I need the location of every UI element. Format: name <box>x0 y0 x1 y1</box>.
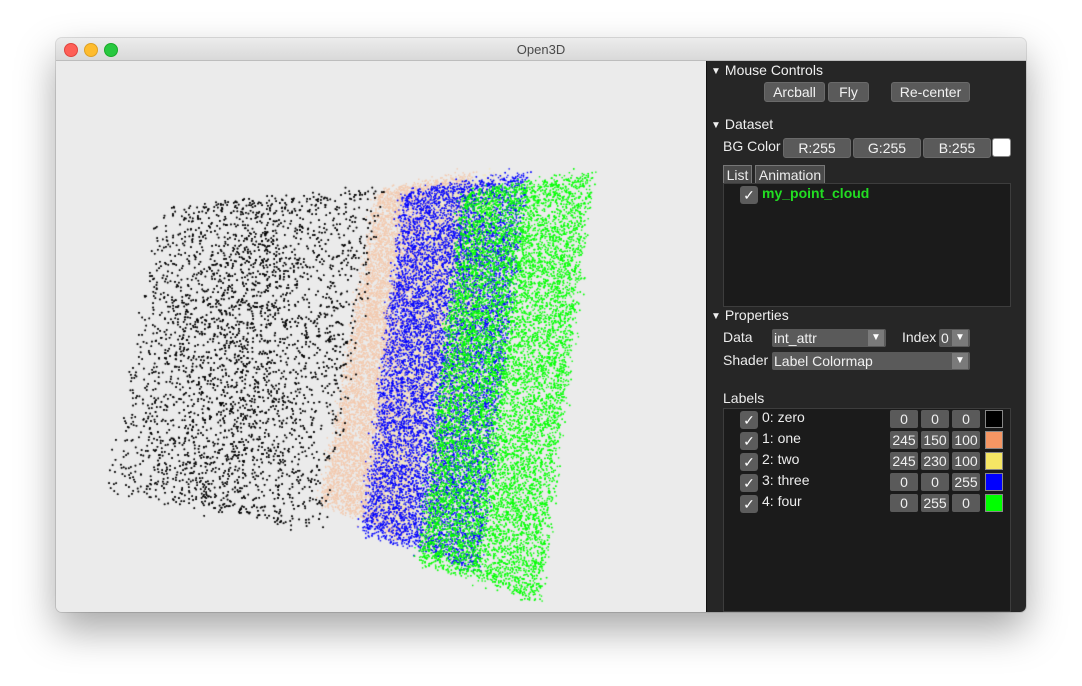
shader-select-value: Label Colormap <box>774 353 873 369</box>
checkmark-icon[interactable]: ✓ <box>740 453 758 471</box>
label-r-field[interactable]: 0 <box>890 473 918 491</box>
settings-panel: ▼ Mouse Controls Arcball Fly Re-center ▼ D… <box>706 61 1026 612</box>
window-title: Open3D <box>516 42 566 57</box>
label-name: 0: zero <box>762 409 805 425</box>
data-select[interactable]: int_attr ▼ <box>772 329 886 347</box>
label-color-swatch[interactable] <box>985 494 1003 512</box>
bg-red-field[interactable]: R:255 <box>783 138 851 158</box>
dataset-title: Dataset <box>724 116 774 132</box>
label-b-field[interactable]: 100 <box>952 431 980 449</box>
label-g-field[interactable]: 0 <box>921 410 949 428</box>
properties-header[interactable]: ▼ Properties <box>711 307 789 323</box>
label-b-field[interactable]: 100 <box>952 452 980 470</box>
label-color-swatch[interactable] <box>985 452 1003 470</box>
tab-list[interactable]: List <box>723 165 752 185</box>
data-select-value: int_attr <box>774 330 817 346</box>
collapse-triangle-icon: ▼ <box>711 66 721 77</box>
dropdown-arrow-icon: ▼ <box>952 353 968 369</box>
index-label: Index <box>902 329 937 345</box>
label-b-field[interactable]: 0 <box>952 494 980 512</box>
index-select-value: 0 <box>941 330 949 346</box>
label-g-field[interactable]: 255 <box>921 494 949 512</box>
3d-viewport[interactable] <box>56 61 706 612</box>
dataset-header[interactable]: ▼ Dataset <box>711 116 773 132</box>
properties-title: Properties <box>724 307 789 323</box>
label-r-field[interactable]: 0 <box>890 494 918 512</box>
label-row: ✓ 3: three 0 0 255 <box>724 472 1010 493</box>
label-r-field[interactable]: 0 <box>890 410 918 428</box>
index-select[interactable]: 0 ▼ <box>939 329 970 347</box>
label-g-field[interactable]: 230 <box>921 452 949 470</box>
data-label: Data <box>723 329 753 345</box>
label-row: ✓ 1: one 245 150 100 <box>724 430 1010 451</box>
collapse-triangle-icon: ▼ <box>711 120 721 131</box>
checkmark-icon[interactable]: ✓ <box>740 495 758 513</box>
label-color-swatch[interactable] <box>985 473 1003 491</box>
shader-label: Shader <box>723 352 769 368</box>
checkmark-icon[interactable]: ✓ <box>740 474 758 492</box>
dropdown-arrow-icon: ▼ <box>868 330 884 346</box>
label-row: ✓ 0: zero 0 0 0 <box>724 409 1010 430</box>
label-color-swatch[interactable] <box>985 431 1003 449</box>
mouse-controls-header[interactable]: ▼ Mouse Controls <box>711 62 823 78</box>
collapse-triangle-icon: ▼ <box>711 311 721 322</box>
bg-blue-field[interactable]: B:255 <box>923 138 991 158</box>
tab-animation[interactable]: Animation <box>755 165 825 185</box>
label-r-field[interactable]: 245 <box>890 431 918 449</box>
label-b-field[interactable]: 255 <box>952 473 980 491</box>
label-r-field[interactable]: 245 <box>890 452 918 470</box>
checkmark-icon[interactable]: ✓ <box>740 186 758 204</box>
label-color-swatch[interactable] <box>985 410 1003 428</box>
label-b-field[interactable]: 0 <box>952 410 980 428</box>
label-name: 4: four <box>762 493 802 509</box>
labels-list[interactable]: ✓ 0: zero 0 0 0 ✓ 1: one 245 150 100 ✓ 2… <box>723 408 1011 612</box>
title-bar: Open3D <box>56 38 1026 61</box>
recenter-button[interactable]: Re-center <box>891 82 970 102</box>
label-name: 1: one <box>762 430 801 446</box>
label-name: 2: two <box>762 451 800 467</box>
dropdown-arrow-icon: ▼ <box>952 330 968 346</box>
label-row: ✓ 4: four 0 255 0 <box>724 493 1010 514</box>
shader-select[interactable]: Label Colormap ▼ <box>772 352 970 370</box>
point-cloud-render[interactable] <box>56 61 706 612</box>
checkmark-icon[interactable]: ✓ <box>740 411 758 429</box>
bg-green-field[interactable]: G:255 <box>853 138 921 158</box>
geometry-item-label[interactable]: my_point_cloud <box>762 185 869 201</box>
labels-header: Labels <box>723 390 765 406</box>
label-name: 3: three <box>762 472 810 488</box>
arcball-button[interactable]: Arcball <box>764 82 825 102</box>
fly-button[interactable]: Fly <box>828 82 869 102</box>
checkmark-icon[interactable]: ✓ <box>740 432 758 450</box>
app-window: Open3D ▼ Mouse Controls Arcball Fly Re-ce… <box>56 38 1026 612</box>
label-row: ✓ 2: two 245 230 100 <box>724 451 1010 472</box>
label-g-field[interactable]: 0 <box>921 473 949 491</box>
bg-color-label: BG Color <box>723 138 781 154</box>
label-g-field[interactable]: 150 <box>921 431 949 449</box>
geometry-list[interactable]: ✓ my_point_cloud <box>723 183 1011 307</box>
mouse-controls-title: Mouse Controls <box>724 62 823 78</box>
bg-color-swatch[interactable] <box>992 138 1011 157</box>
